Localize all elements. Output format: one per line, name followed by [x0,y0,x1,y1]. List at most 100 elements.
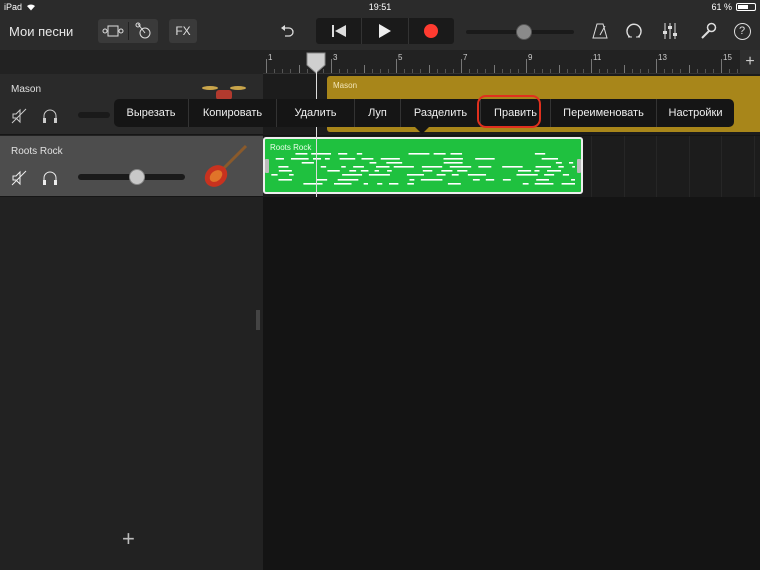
ruler-subtick [639,69,641,73]
my-songs-button[interactable]: Мои песни [9,24,73,39]
ruler-subtick [436,69,438,73]
help-icon[interactable]: ? [732,19,752,43]
headphones-icon[interactable] [42,170,58,186]
ruler-subtick [379,69,381,73]
midi-note [324,158,330,160]
context-menu-item[interactable]: Разделить [401,99,481,127]
add-track-button[interactable]: + [122,528,135,550]
context-menu-item[interactable]: Удалить [277,99,355,127]
midi-note [295,153,308,155]
midi-note [356,153,363,155]
midi-note [568,162,574,164]
region-roots-rock[interactable]: Roots Rock [263,137,583,194]
add-section-button[interactable]: + [740,50,760,74]
ruler-subtick [501,69,503,73]
ruler-subtick [574,69,576,73]
midi-note [467,174,487,176]
browser-icon[interactable] [128,22,158,40]
empty-track-area[interactable] [263,197,760,570]
region-trim-handle-right[interactable] [577,159,581,173]
track-view-icon[interactable] [98,25,128,37]
track-volume-slider[interactable] [78,169,185,185]
midi-note [422,170,433,172]
ruler-subtick [469,69,471,73]
ruler-subtick [696,69,698,73]
ruler-tick [558,65,560,73]
ruler-tick [493,65,495,73]
midi-note [271,174,278,176]
grid-line [623,136,625,197]
ruler-bar-number: 5 [398,53,403,62]
record-icon[interactable] [407,18,454,44]
mute-icon[interactable] [11,170,27,186]
midi-note [408,153,430,155]
context-menu-item[interactable]: Вырезать [114,99,189,127]
ruler-subtick [444,69,446,73]
track-header-roots-rock[interactable]: Roots Rock [0,136,263,197]
midi-note [522,183,529,185]
ruler-subtick [672,69,674,73]
ruler-subtick [371,69,373,73]
timeline-ruler[interactable]: 1 3 5 7 9 11 13 15 [263,50,760,74]
midi-note [409,179,415,181]
ruler-subtick [404,69,406,73]
ruler-subtick [615,69,617,73]
loop-browser-icon[interactable] [624,19,644,43]
ruler-tick [688,65,690,73]
ruler-subtick [534,69,536,73]
midi-note [443,158,463,160]
midi-note [436,174,446,176]
midi-note [360,170,369,172]
midi-note [534,153,546,155]
midi-note [534,170,540,172]
track-volume-knob[interactable] [128,169,145,185]
status-bar: iPad 19:51 61 % [0,0,760,14]
ruler-subtick [542,69,544,73]
mute-icon[interactable] [11,108,27,124]
ruler-bar-number: 11 [593,53,602,62]
ruler-subtick [387,69,389,73]
midi-note [363,183,369,185]
track-volume-slider[interactable] [78,112,110,118]
metronome-icon[interactable] [590,19,610,43]
midi-note [289,174,294,176]
ruler-tick [721,59,722,73]
panel-resize-grip[interactable] [255,310,261,330]
midi-note [278,179,292,181]
ruler-tick [591,59,592,73]
midi-note [441,170,453,172]
track-name: Mason [11,84,42,95]
context-menu-item[interactable]: Копировать [189,99,277,127]
context-menu-item[interactable]: Переименовать [551,99,657,127]
playhead-line [316,70,317,197]
midi-note [339,158,356,160]
ruler-subtick [607,69,609,73]
context-menu-item[interactable]: Настройки [657,99,734,127]
undo-icon[interactable] [278,19,296,43]
settings-wrench-icon[interactable] [698,19,718,43]
headphones-icon[interactable] [42,108,58,124]
ruler-bar-number: 3 [333,53,338,62]
midi-note [534,183,554,185]
midi-note [338,153,348,155]
fx-button[interactable]: FX [169,19,197,43]
context-menu-item[interactable]: Луп [355,99,401,127]
midi-note [535,166,551,168]
ruler-tick [461,59,462,73]
midi-note [433,153,446,155]
context-menu-pointer [415,127,429,134]
master-volume-knob[interactable] [516,24,532,40]
midi-note [377,183,383,185]
play-icon[interactable] [361,18,407,44]
ruler-subtick [729,69,731,73]
mixer-icon[interactable] [660,19,680,43]
midi-note [393,166,414,168]
midi-note [420,179,443,181]
midi-notes [271,153,575,185]
region-trim-handle-left[interactable] [265,159,269,173]
rewind-icon[interactable] [316,18,361,44]
clock: 19:51 [368,2,392,12]
ruler-subtick [412,69,414,73]
ruler-subtick [347,69,349,73]
midi-note [536,179,549,181]
